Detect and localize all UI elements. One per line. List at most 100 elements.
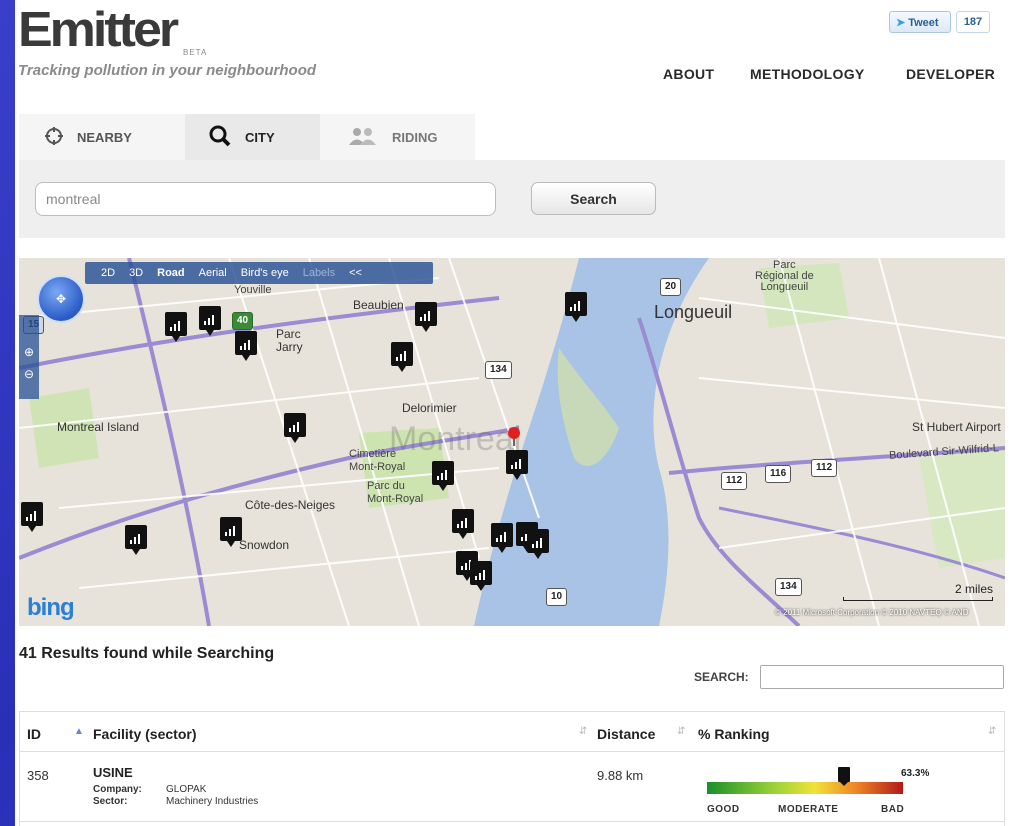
- tab-city[interactable]: CITY: [185, 114, 320, 160]
- highway-shield: 10: [546, 588, 568, 606]
- map[interactable]: Youville Beaubien Parc Jarry Delorimier …: [19, 258, 1005, 626]
- people-icon: [348, 127, 378, 148]
- company-label: Company:: [93, 784, 142, 795]
- results-title: 41 Results found while Searching: [19, 645, 275, 662]
- nav-methodology[interactable]: METHODOLOGY: [750, 66, 865, 82]
- pan-compass-icon[interactable]: ✥: [37, 275, 85, 323]
- distance-value: 9.88 km: [597, 768, 644, 783]
- collapse-toolbar-button[interactable]: <<: [349, 267, 362, 279]
- highway-shield: 116: [765, 465, 792, 483]
- table-header: ID ▲ Facility (sector) ⇵ Distance ⇵ % Ra…: [20, 712, 1004, 752]
- zoom-in-icon[interactable]: ⊕: [19, 345, 39, 359]
- labels-toggle[interactable]: Labels: [303, 267, 335, 279]
- zoom-control: ⊕ ⊖: [19, 315, 39, 399]
- facility-marker[interactable]: [432, 461, 454, 491]
- location-pin-icon: [508, 427, 520, 446]
- tab-nearby[interactable]: NEARBY: [19, 114, 185, 160]
- facility-marker[interactable]: [125, 525, 147, 555]
- sort-icon[interactable]: ⇵: [677, 726, 685, 737]
- zoom-out-icon[interactable]: ⊖: [19, 367, 39, 381]
- map-label-beaubien: Beaubien: [353, 298, 404, 312]
- tab-nearby-label: NEARBY: [77, 129, 132, 145]
- map-label-snowdon: Snowdon: [239, 538, 290, 552]
- sort-ascending-icon[interactable]: ▲: [74, 726, 84, 737]
- facility-marker[interactable]: [284, 413, 306, 443]
- magnifier-icon: [209, 125, 231, 150]
- facility-marker[interactable]: [21, 502, 43, 532]
- legend-bad: BAD: [881, 804, 905, 815]
- facility-marker[interactable]: [506, 450, 528, 480]
- facility-marker[interactable]: [391, 342, 413, 372]
- tab-riding[interactable]: RIDING: [320, 114, 475, 160]
- company-value: GLOPAK: [166, 784, 207, 795]
- map-label-montreal: Montreal: [389, 420, 522, 458]
- table-row[interactable]: 358 USINE Company: GLOPAK Sector: Machin…: [20, 752, 1004, 822]
- tweet-label: Tweet: [908, 17, 939, 29]
- column-ranking[interactable]: % Ranking: [698, 726, 770, 742]
- map-label-parc-mont-royal: Parc du Mont-Royal: [367, 480, 424, 505]
- crosshair-icon: [45, 126, 63, 148]
- highway-shield: 112: [721, 472, 748, 490]
- search-mode-tabs: NEARBY CITY RIDING: [19, 114, 475, 160]
- sort-icon[interactable]: ⇵: [988, 726, 996, 737]
- map-label-montreal-island: Montreal Island: [57, 420, 140, 434]
- highway-shield: 20: [660, 278, 682, 296]
- map-label-longueuil: Longueuil: [654, 302, 733, 322]
- map-label-cote-des-neiges: Côte-des-Neiges: [245, 498, 336, 512]
- nav-about[interactable]: ABOUT: [663, 66, 714, 82]
- facility-marker[interactable]: [220, 517, 242, 547]
- map-scale-bar: [843, 597, 993, 601]
- facility-marker[interactable]: [235, 331, 257, 361]
- map-scale-label: 2 miles: [954, 582, 993, 596]
- nav-developer[interactable]: DEVELOPER: [906, 66, 995, 82]
- facility-name[interactable]: USINE: [93, 765, 133, 780]
- facility-marker[interactable]: [470, 561, 492, 591]
- tweet-button[interactable]: ➤ Tweet: [889, 11, 951, 33]
- column-distance[interactable]: Distance: [597, 726, 655, 742]
- column-facility[interactable]: Facility (sector): [93, 726, 196, 742]
- search-button[interactable]: Search: [531, 182, 656, 215]
- column-id[interactable]: ID: [27, 726, 41, 742]
- map-view-toolbar: 2D 3D Road Aerial Bird's eye Labels <<: [85, 262, 433, 284]
- map-scale: 2 miles: [843, 582, 993, 601]
- facility-marker[interactable]: [452, 509, 474, 539]
- sector-label: Sector:: [93, 796, 128, 807]
- tab-city-label: CITY: [245, 129, 275, 145]
- bing-logo: bing: [27, 594, 75, 621]
- view-3d-button[interactable]: 3D: [129, 267, 143, 279]
- highway-shield: 134: [775, 578, 802, 596]
- tweet-count[interactable]: 187: [956, 11, 990, 33]
- view-road-button[interactable]: Road: [157, 267, 185, 279]
- twitter-bird-icon: ➤: [896, 17, 906, 29]
- map-label-parc-jarry: Parc Jarry: [276, 327, 303, 354]
- city-search-input[interactable]: [35, 182, 496, 216]
- legend-good: GOOD: [707, 804, 740, 815]
- map-label-delorimier: Delorimier: [402, 401, 457, 415]
- tab-riding-label: RIDING: [392, 129, 438, 145]
- logo[interactable]: Emitter: [18, 5, 179, 54]
- table-search-input[interactable]: [760, 665, 1004, 689]
- view-aerial-button[interactable]: Aerial: [199, 267, 227, 279]
- page: Emitter BETA Tracking pollution in your …: [15, 0, 1014, 826]
- facility-marker[interactable]: [565, 292, 587, 322]
- legend-moderate: MODERATE: [778, 804, 839, 815]
- facility-marker[interactable]: [415, 302, 437, 332]
- facility-marker[interactable]: [165, 312, 187, 342]
- map-label-st-hubert: St Hubert Airport: [912, 420, 1001, 434]
- facility-marker[interactable]: [527, 529, 549, 559]
- view-2d-button[interactable]: 2D: [101, 267, 115, 279]
- sort-icon[interactable]: ⇵: [579, 726, 587, 737]
- highway-shield: 134: [485, 361, 512, 379]
- sector-value: Machinery Industries: [166, 796, 259, 807]
- view-birdseye-button[interactable]: Bird's eye: [241, 267, 289, 279]
- map-label-parc-regional: Parc Régional de Longueuil: [755, 259, 814, 293]
- highway-shield: 40: [232, 312, 254, 330]
- map-label-youville: Youville: [234, 284, 272, 296]
- facility-marker[interactable]: [199, 306, 221, 336]
- map-copyright: © 2011 Microsoft Corporation © 2010 NAVT…: [775, 608, 969, 617]
- facility-marker[interactable]: [491, 523, 513, 553]
- highway-shield: 112: [811, 459, 838, 477]
- ranking-marker: [838, 767, 851, 786]
- results-table: ID ▲ Facility (sector) ⇵ Distance ⇵ % Ra…: [19, 711, 1005, 826]
- ranking-percent: 63.3%: [901, 768, 930, 779]
